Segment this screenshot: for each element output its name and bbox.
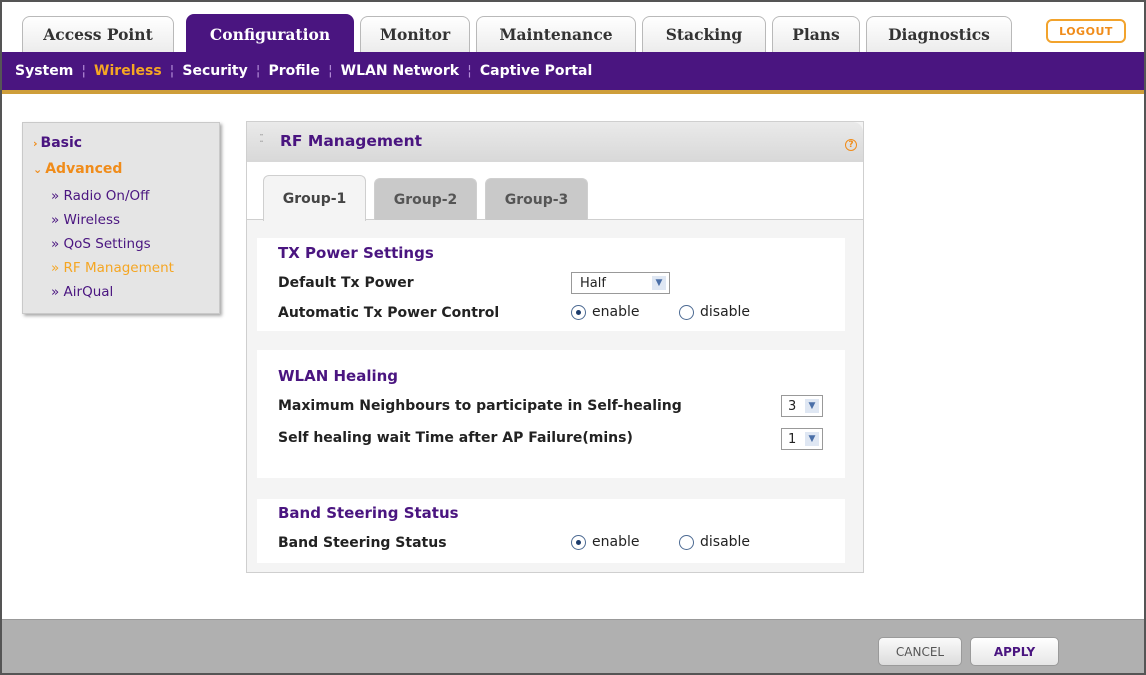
band-steering-enable-label: enable <box>592 534 640 550</box>
panel-title: RF Management <box>280 132 423 150</box>
max-neighbours-value: 3 <box>788 398 797 414</box>
menu-basic-label: Basic <box>40 135 83 151</box>
subnav-separator: ¦ <box>467 63 472 79</box>
left-menu: › Basic ⌄ Advanced » Radio On/Off » Wirele… <box>22 122 220 314</box>
default-tx-power-value: Half <box>580 275 606 291</box>
radio-selected-icon <box>571 304 586 320</box>
menu-item-qos-settings[interactable]: » QoS Settings <box>51 236 151 252</box>
menu-item-airqual[interactable]: » AirQual <box>51 284 113 300</box>
tx-power-title: TX Power Settings <box>278 244 434 262</box>
band-steering-section: Band Steering Status Band Steering Statu… <box>257 499 845 563</box>
auto-tx-power-label: Automatic Tx Power Control <box>278 305 500 321</box>
subnav-wlan-network[interactable]: WLAN Network <box>341 63 459 79</box>
drag-grip-icon: ⁚⁚ <box>259 132 264 145</box>
default-tx-power-select[interactable]: Half ▼ <box>571 272 670 294</box>
tab-group-2[interactable]: Group-2 <box>374 178 477 220</box>
menu-item-radio-onoff[interactable]: » Radio On/Off <box>51 188 149 204</box>
menu-advanced-label: Advanced <box>45 161 123 177</box>
chevron-down-icon: ▼ <box>652 276 666 290</box>
action-bar: CANCEL APPLY <box>2 619 1144 673</box>
subnav-wireless[interactable]: Wireless <box>94 63 162 79</box>
band-steering-label: Band Steering Status <box>278 535 447 551</box>
subnav-separator: ¦ <box>81 63 87 79</box>
band-steering-enable-radio[interactable]: enable <box>571 534 639 550</box>
tab-configuration[interactable]: Configuration <box>186 14 354 54</box>
healing-wait-select[interactable]: 1 ▼ <box>781 428 823 450</box>
healing-wait-label: Self healing wait Time after AP Failure(… <box>278 430 633 446</box>
panel-header: ⁚⁚ RF Management ? <box>247 122 863 162</box>
max-neighbours-label: Maximum Neighbours to participate in Sel… <box>278 398 682 414</box>
wlan-healing-title: WLAN Healing <box>278 367 399 385</box>
app-frame: Access Point Configuration Monitor Maint… <box>0 0 1146 675</box>
tab-maintenance[interactable]: Maintenance <box>476 16 636 52</box>
tab-monitor[interactable]: Monitor <box>360 16 470 52</box>
menu-advanced[interactable]: ⌄ Advanced <box>33 161 122 177</box>
band-steering-disable-radio[interactable]: disable <box>679 534 750 550</box>
subnav-separator: ¦ <box>327 63 333 79</box>
subnav-profile[interactable]: Profile <box>268 63 319 79</box>
menu-item-wireless[interactable]: » Wireless <box>51 212 120 228</box>
auto-tx-disable-label: disable <box>700 304 751 320</box>
tab-group-3[interactable]: Group-3 <box>485 178 588 220</box>
band-steering-title: Band Steering Status <box>278 504 459 522</box>
tab-stacking[interactable]: Stacking <box>642 16 766 52</box>
apply-button[interactable]: APPLY <box>970 637 1059 666</box>
auto-tx-enable-label: enable <box>592 304 640 320</box>
auto-tx-enable-radio[interactable]: enable <box>571 304 639 320</box>
chevron-right-icon: › <box>33 137 38 150</box>
top-tab-bar: Access Point Configuration Monitor Maint… <box>2 2 1144 54</box>
wlan-healing-section: WLAN Healing Maximum Neighbours to parti… <box>257 350 845 478</box>
radio-unselected-icon <box>679 304 694 320</box>
auto-tx-disable-radio[interactable]: disable <box>679 304 750 320</box>
subnav-security[interactable]: Security <box>182 63 247 79</box>
subnav-system[interactable]: System <box>15 63 73 79</box>
menu-item-rf-management[interactable]: » RF Management <box>51 260 174 276</box>
tx-power-section: TX Power Settings Default Tx Power Half … <box>257 238 845 331</box>
subnav-separator: ¦ <box>255 63 261 79</box>
group-tabs: Group-1 Group-2 Group-3 <box>247 162 863 221</box>
chevron-down-icon: ▼ <box>805 432 819 446</box>
healing-wait-value: 1 <box>788 431 797 447</box>
tab-plans[interactable]: Plans <box>772 16 860 52</box>
help-icon[interactable]: ? <box>845 139 857 151</box>
radio-unselected-icon <box>679 534 694 550</box>
chevron-down-icon: ⌄ <box>33 163 43 176</box>
subnav-captive-portal[interactable]: Captive Portal <box>480 63 592 79</box>
default-tx-power-label: Default Tx Power <box>278 275 414 291</box>
tab-diagnostics[interactable]: Diagnostics <box>866 16 1012 52</box>
band-steering-disable-label: disable <box>700 534 751 550</box>
max-neighbours-select[interactable]: 3 ▼ <box>781 395 823 417</box>
cancel-button[interactable]: CANCEL <box>878 637 962 666</box>
tab-access-point[interactable]: Access Point <box>22 16 174 52</box>
rf-management-panel: ⁚⁚ RF Management ? Group-1 Group-2 Group… <box>246 121 864 573</box>
tab-group-1[interactable]: Group-1 <box>263 175 366 221</box>
chevron-down-icon: ▼ <box>805 399 819 413</box>
sub-navigation: System ¦ Wireless ¦ Security ¦ Profile ¦… <box>2 52 1144 94</box>
logout-button[interactable]: LOGOUT <box>1046 19 1126 43</box>
radio-selected-icon <box>571 534 586 550</box>
menu-basic[interactable]: › Basic <box>33 135 82 151</box>
subnav-separator: ¦ <box>169 63 175 79</box>
